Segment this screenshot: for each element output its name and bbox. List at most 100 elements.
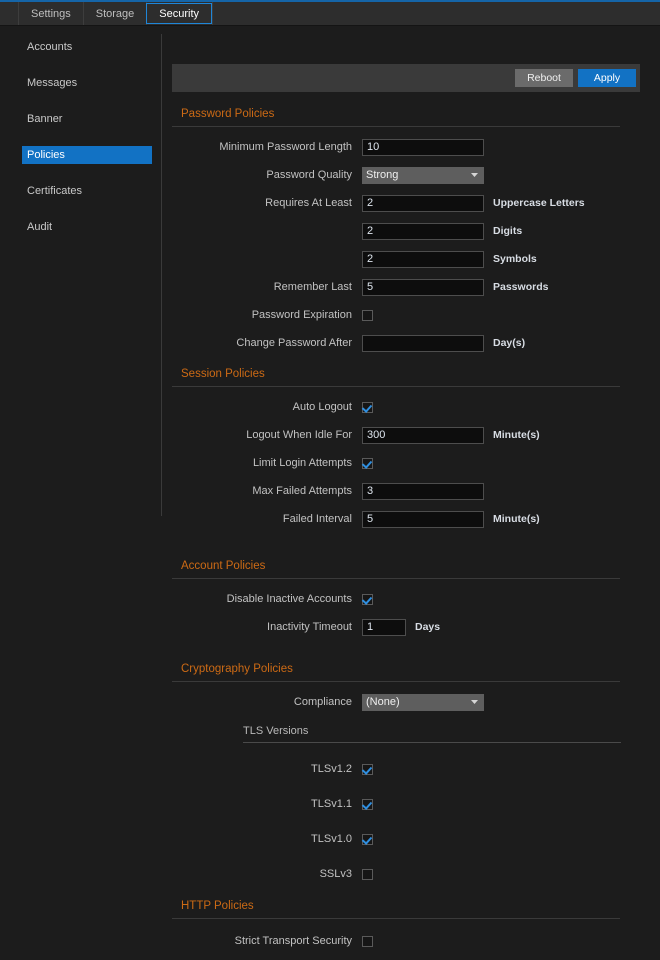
row-tls-1-0: TLSv1.0 <box>172 830 660 848</box>
failed-interval-input[interactable] <box>362 511 484 528</box>
row-requires-uppercase: Requires At Least Uppercase Letters <box>172 194 660 212</box>
row-strict-transport-security: Strict Transport Security <box>172 932 660 950</box>
section-title-crypto: Cryptography Policies <box>172 663 660 675</box>
label-strict-transport-security: Strict Transport Security <box>172 935 362 947</box>
row-logout-when-idle: Logout When Idle For Minute(s) <box>172 426 660 444</box>
tab-settings[interactable]: Settings <box>18 2 84 25</box>
reboot-button[interactable]: Reboot <box>515 69 573 87</box>
sidebar-content-divider <box>161 34 162 516</box>
section-http-policies: HTTP Policies Strict Transport Security <box>172 900 660 950</box>
label-requires-at-least: Requires At Least <box>172 197 362 209</box>
auto-logout-checkbox[interactable] <box>362 402 373 413</box>
account-policy-rows: Disable Inactive Accounts Inactivity Tim… <box>172 590 660 636</box>
section-rule-http <box>172 918 620 919</box>
sidebar-item-certificates[interactable]: Certificates <box>22 182 152 200</box>
row-disable-inactive-accounts: Disable Inactive Accounts <box>172 590 660 608</box>
sidebar-spacer-3 <box>0 128 160 146</box>
sidebar-item-banner[interactable]: Banner <box>22 110 152 128</box>
tab-storage[interactable]: Storage <box>83 2 148 25</box>
remember-last-input[interactable] <box>362 279 484 296</box>
label-tlsv12: TLSv1.2 <box>172 763 362 775</box>
disable-inactive-accounts-checkbox[interactable] <box>362 594 373 605</box>
tab-security-label: Security <box>159 8 199 20</box>
sidebar-spacer-5 <box>0 200 160 218</box>
limit-login-attempts-checkbox[interactable] <box>362 458 373 469</box>
sidebar-row-audit: Audit <box>0 218 160 236</box>
unit-minutes-idle: Minute(s) <box>493 429 540 441</box>
sidebar-item-banner-label: Banner <box>27 113 62 125</box>
compliance-select[interactable]: (None) <box>362 694 484 711</box>
password-policy-rows: Minimum Password Length Password Quality… <box>172 138 660 352</box>
section-rule-account <box>172 578 620 579</box>
row-compliance: Compliance (None) <box>172 693 660 711</box>
section-rule-password <box>172 126 620 127</box>
strict-transport-security-checkbox[interactable] <box>362 936 373 947</box>
tlsv10-checkbox[interactable] <box>362 834 373 845</box>
row-limit-login-attempts: Limit Login Attempts <box>172 454 660 472</box>
sidebar-item-accounts[interactable]: Accounts <box>22 38 152 56</box>
sidebar: Accounts Messages Banner Policies Certif… <box>0 26 160 236</box>
logout-idle-input[interactable] <box>362 427 484 444</box>
sidebar-row-certificates: Certificates <box>0 182 160 200</box>
sidebar-item-messages[interactable]: Messages <box>22 74 152 92</box>
session-policy-rows: Auto Logout Logout When Idle For Minute(… <box>172 398 660 528</box>
row-change-password-after: Change Password After Day(s) <box>172 334 660 352</box>
section-rule-session <box>172 386 620 387</box>
main-tab-bar: Settings Storage Security <box>0 2 660 26</box>
sidebar-spacer-4 <box>0 164 160 182</box>
password-quality-value: Strong <box>366 169 398 181</box>
label-minimum-password-length: Minimum Password Length <box>172 141 362 153</box>
minimum-password-length-input[interactable] <box>362 139 484 156</box>
label-limit-login-attempts: Limit Login Attempts <box>172 457 362 469</box>
compliance-value: (None) <box>366 696 400 708</box>
unit-minutes-failed-interval: Minute(s) <box>493 513 540 525</box>
inactivity-timeout-input[interactable] <box>362 619 406 636</box>
tlsv11-checkbox[interactable] <box>362 799 373 810</box>
password-expiration-checkbox[interactable] <box>362 310 373 321</box>
sidebar-row-accounts: Accounts <box>0 38 160 56</box>
sidebar-item-certificates-label: Certificates <box>27 185 82 197</box>
max-failed-attempts-input[interactable] <box>362 483 484 500</box>
change-password-after-input[interactable] <box>362 335 484 352</box>
row-remember-last: Remember Last Passwords <box>172 278 660 296</box>
http-policy-rows: Strict Transport Security <box>172 932 660 950</box>
label-sslv3: SSLv3 <box>172 868 362 880</box>
requires-digits-input[interactable] <box>362 223 484 240</box>
requires-symbols-input[interactable] <box>362 251 484 268</box>
sidebar-row-messages: Messages <box>0 74 160 92</box>
label-compliance: Compliance <box>172 696 362 708</box>
label-disable-inactive-accounts: Disable Inactive Accounts <box>172 593 362 605</box>
tab-storage-label: Storage <box>96 8 135 20</box>
row-tls-1-1: TLSv1.1 <box>172 795 660 813</box>
label-max-failed-attempts: Max Failed Attempts <box>172 485 362 497</box>
requires-uppercase-input[interactable] <box>362 195 484 212</box>
apply-button[interactable]: Apply <box>578 69 636 87</box>
label-tlsv10: TLSv1.0 <box>172 833 362 845</box>
sidebar-row-banner: Banner <box>0 110 160 128</box>
crypto-policy-rows: Compliance (None) <box>172 693 660 711</box>
label-password-quality: Password Quality <box>172 169 362 181</box>
unit-symbols: Symbols <box>493 253 537 265</box>
section-session-policies: Session Policies Auto Logout Logout When… <box>172 368 660 528</box>
password-quality-select[interactable]: Strong <box>362 167 484 184</box>
label-password-expiration: Password Expiration <box>172 309 362 321</box>
row-minimum-password-length: Minimum Password Length <box>172 138 660 156</box>
tab-settings-label: Settings <box>31 8 71 20</box>
row-auto-logout: Auto Logout <box>172 398 660 416</box>
section-rule-crypto <box>172 681 620 682</box>
sidebar-item-policies[interactable]: Policies <box>22 146 152 164</box>
sidebar-item-audit[interactable]: Audit <box>22 218 152 236</box>
sidebar-item-audit-label: Audit <box>27 221 52 233</box>
label-inactivity-timeout: Inactivity Timeout <box>172 621 362 633</box>
unit-days-change-password: Day(s) <box>493 337 525 349</box>
sslv3-checkbox[interactable] <box>362 869 373 880</box>
row-tls-1-2: TLSv1.2 <box>172 760 660 778</box>
section-account-policies: Account Policies Disable Inactive Accoun… <box>172 560 660 636</box>
tlsv12-checkbox[interactable] <box>362 764 373 775</box>
row-password-quality: Password Quality Strong <box>172 166 660 184</box>
row-sslv3: SSLv3 <box>172 865 660 883</box>
tab-security[interactable]: Security <box>146 3 212 24</box>
sidebar-item-messages-label: Messages <box>27 77 77 89</box>
row-inactivity-timeout: Inactivity Timeout Days <box>172 618 660 636</box>
row-requires-digits: Digits <box>172 222 660 240</box>
